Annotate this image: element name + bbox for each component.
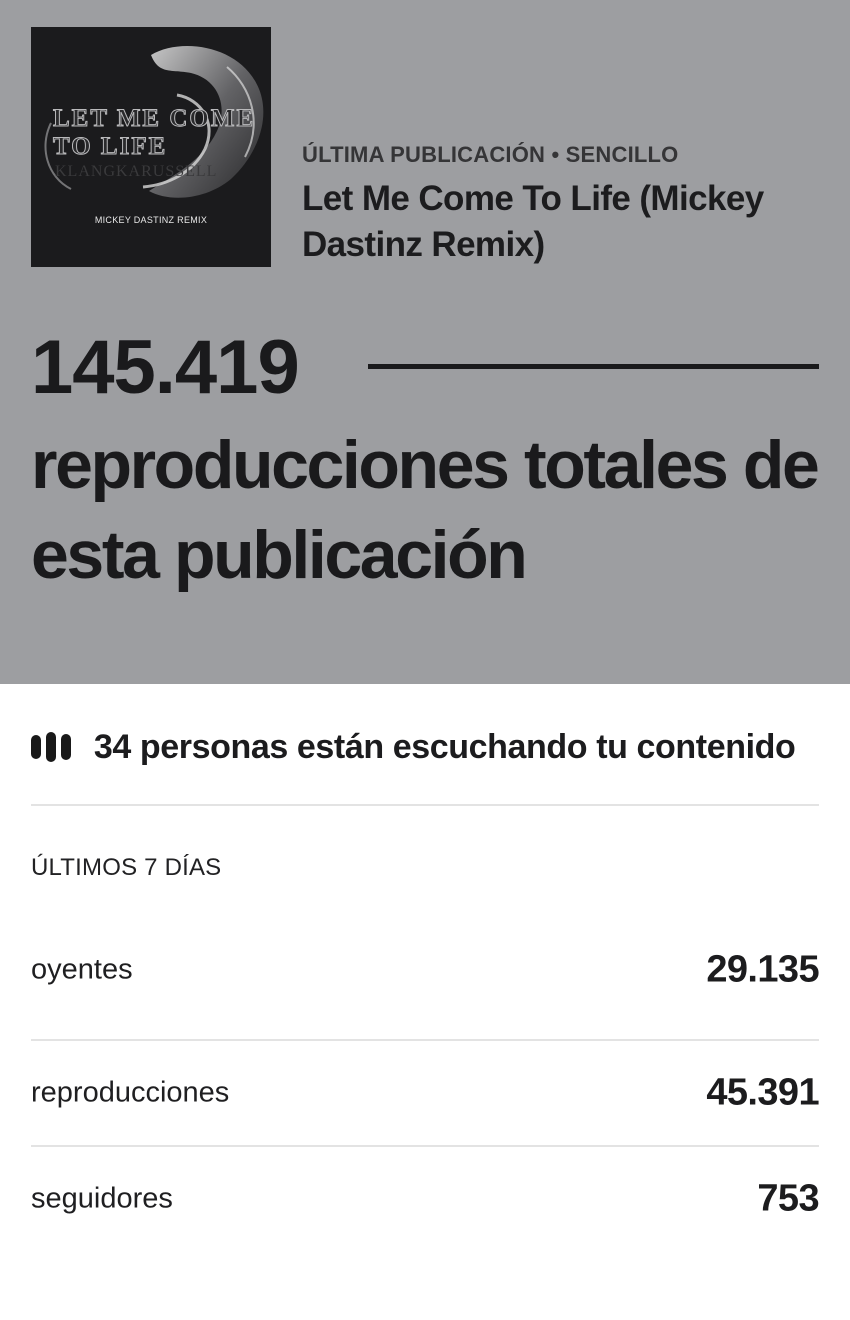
stat-label-listeners: oyentes — [31, 953, 133, 986]
live-listeners-text: 34 personas están escuchando tu contenid… — [93, 727, 796, 766]
stat-value-streams: 45.391 — [706, 1071, 819, 1114]
total-streams-count: 145.419 — [31, 325, 300, 410]
stat-value-followers: 753 — [757, 1177, 819, 1220]
stats-period-label: ÚLTIMOS 7 DÍAS — [31, 854, 222, 881]
stat-row-followers: seguidores 753 — [31, 1169, 820, 1229]
release-meta: ÚLTIMA PUBLICACIÓN • SENCILLO — [302, 142, 679, 167]
stat-value-listeners: 29.135 — [706, 948, 819, 991]
total-streams-rule — [368, 364, 819, 369]
divider — [31, 1145, 819, 1147]
stat-label-streams: reproducciones — [31, 1076, 230, 1109]
cover-artist-text: KLANGKARUSSELL — [55, 163, 218, 180]
live-bars-icon — [31, 732, 75, 762]
cover-subtitle-text: MICKEY DASTINZ REMIX — [94, 215, 208, 225]
release-title[interactable]: Let Me Come To Life (Mickey Dastinz Remi… — [302, 176, 822, 268]
stat-label-followers: seguidores — [31, 1182, 173, 1215]
stat-row-listeners: oyentes 29.135 — [31, 940, 820, 1000]
release-hero: LET ME COME TO LIFE KLANGKARUSSELL MICKE… — [0, 0, 850, 684]
cover-title-text: LET ME COME TO LIFE — [53, 105, 256, 161]
divider — [31, 1039, 819, 1041]
total-streams-label: reproducciones totales de esta publicaci… — [31, 427, 820, 593]
stat-row-streams: reproducciones 45.391 — [31, 1063, 820, 1123]
live-listeners-banner[interactable]: 34 personas están escuchando tu contenid… — [31, 722, 821, 772]
album-cover[interactable]: LET ME COME TO LIFE KLANGKARUSSELL MICKE… — [31, 27, 271, 267]
divider — [31, 804, 819, 806]
